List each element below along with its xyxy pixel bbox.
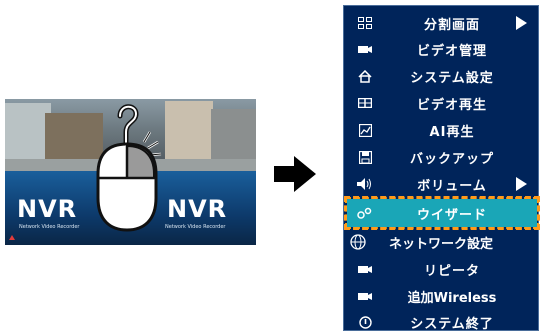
gears-icon	[357, 205, 373, 221]
chart-icon	[357, 122, 373, 138]
menu-item-wizard[interactable]: ウイザード	[344, 200, 540, 226]
menu-item-label: リピータ	[423, 263, 480, 279]
speaker-icon	[357, 176, 373, 192]
menu-item-system-shutdown[interactable]: システム終了	[344, 309, 540, 335]
menu-item-add-wireless[interactable]: 追加Wireless	[344, 283, 540, 309]
menu-item-video-management[interactable]: ビデオ管理	[344, 36, 540, 62]
globe-icon	[350, 234, 366, 250]
grid-icon	[357, 15, 373, 31]
menu-item-label: AI再生	[429, 124, 475, 140]
menu-item-video-playback[interactable]: ビデオ再生	[344, 90, 540, 116]
menu-item-system-settings[interactable]: システム設定	[344, 63, 540, 89]
menu-item-label: システム設定	[410, 70, 494, 86]
menu-item-volume[interactable]: ボリューム	[344, 171, 540, 197]
menu-item-network-settings[interactable]: ネットワーク設定	[344, 229, 540, 255]
nvr-logo-right: NVR	[167, 195, 228, 223]
home-icon	[357, 68, 373, 84]
submenu-arrow-icon	[516, 16, 527, 30]
menu-item-backup[interactable]: バックアップ	[344, 144, 540, 170]
camera-icon	[357, 261, 373, 277]
submenu-arrow-icon	[516, 177, 527, 191]
menu-item-ai-playback[interactable]: AI再生	[344, 117, 540, 143]
menu-item-label: ネットワーク設定	[388, 236, 493, 252]
power-icon	[357, 314, 373, 330]
warning-icon	[9, 235, 15, 240]
context-menu: 分割画面 ビデオ管理 システム設定 ビデオ再生 AI再生 バックアップ ボリュー…	[343, 5, 540, 332]
menu-item-label: ボリューム	[417, 178, 487, 194]
nvr-subtitle-left: Network Video Recorder	[19, 224, 80, 230]
nvr-logo-left: NVR	[17, 195, 78, 223]
arrow-right-icon	[274, 156, 316, 192]
menu-item-repeater[interactable]: リピータ	[344, 256, 540, 282]
camera-icon	[357, 41, 373, 57]
floppy-icon	[357, 149, 373, 165]
menu-item-label: ビデオ再生	[416, 97, 487, 113]
mouse-right-click-icon	[96, 104, 162, 232]
menu-item-label: システム終了	[410, 316, 494, 332]
menu-item-label: 追加Wireless	[407, 290, 497, 306]
menu-item-label: 分割画面	[423, 17, 480, 33]
camera-icon	[357, 288, 373, 304]
menu-item-label: ウイザード	[416, 207, 487, 223]
film-icon	[357, 95, 373, 111]
menu-item-label: ビデオ管理	[416, 43, 487, 59]
menu-item-split-screen[interactable]: 分割画面	[344, 10, 540, 36]
menu-item-label: バックアップ	[409, 151, 494, 167]
nvr-subtitle-right: Network Video Recorder	[165, 224, 226, 230]
